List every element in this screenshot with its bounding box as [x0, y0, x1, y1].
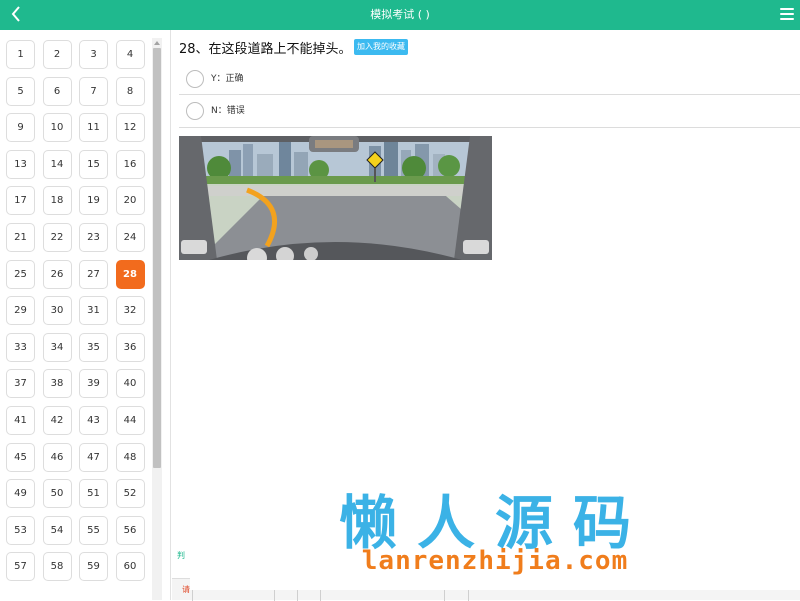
question-number-cell[interactable]: 49	[6, 479, 35, 509]
question-number-cell[interactable]: 47	[79, 442, 108, 472]
question-number-cell[interactable]: 46	[42, 442, 72, 472]
add-to-favorites-button[interactable]: 加入我的收藏	[354, 39, 408, 55]
question-number-cell[interactable]: 12	[115, 113, 145, 143]
side-tab-label: 判	[177, 551, 185, 560]
question-text: 28、在这段道路上不能掉头。	[179, 42, 352, 57]
question-number-cell[interactable]: 2	[42, 40, 72, 69]
question-number-cell[interactable]: 53	[6, 515, 35, 545]
question-number-cell[interactable]: 10	[42, 113, 72, 143]
question-number-cell[interactable]: 21	[6, 223, 35, 252]
question-number-cell[interactable]: 37	[6, 369, 35, 399]
question-number-cell[interactable]: 19	[79, 186, 108, 216]
option-yes[interactable]: Y：正确	[179, 62, 800, 95]
question-number-cell[interactable]: 28	[115, 259, 145, 289]
hamburger-menu-icon[interactable]	[780, 8, 794, 22]
question-number-cell[interactable]: 17	[6, 186, 35, 216]
question-number-cell[interactable]: 35	[79, 332, 108, 362]
option-label: N：错误	[211, 106, 245, 116]
question-number-cell[interactable]: 31	[79, 296, 108, 326]
top-bar: 模拟考试 ( )	[0, 0, 800, 30]
question-number-cell[interactable]: 13	[6, 149, 35, 179]
question-number-cell[interactable]: 23	[79, 223, 108, 252]
question-number-cell[interactable]: 41	[6, 406, 35, 435]
scroll-up-icon[interactable]	[152, 38, 162, 48]
question-number-cell[interactable]: 60	[115, 552, 145, 582]
question-number-cell[interactable]: 14	[42, 149, 72, 179]
question-number-cell[interactable]: 45	[6, 442, 35, 472]
radio-button[interactable]	[186, 70, 204, 88]
radio-button[interactable]	[186, 102, 204, 120]
question-number-cell[interactable]: 4	[115, 40, 145, 69]
question-number-cell[interactable]: 55	[79, 515, 108, 545]
question-number-cell[interactable]: 40	[115, 369, 145, 399]
question-number-cell[interactable]: 24	[115, 223, 145, 252]
question-number-cell[interactable]: 5	[6, 76, 35, 106]
question-number-cell[interactable]: 3	[79, 40, 108, 69]
question-number-cell[interactable]: 8	[115, 76, 145, 106]
question-number-cell[interactable]: 39	[79, 369, 108, 399]
question-number-cell[interactable]: 54	[42, 515, 72, 545]
question-number-cell[interactable]: 6	[42, 76, 72, 106]
question-number-cell[interactable]: 59	[79, 552, 108, 582]
question-number-cell[interactable]: 56	[115, 515, 145, 545]
bottom-tab-label: 请	[182, 585, 190, 594]
question-number-cell[interactable]: 42	[42, 406, 72, 435]
question-number-cell[interactable]: 52	[115, 479, 145, 509]
question-number-cell[interactable]: 1	[6, 40, 35, 69]
question-number-cell[interactable]: 9	[6, 113, 35, 143]
watermark-url: lanrenzhijia.com	[361, 546, 629, 576]
question-number-cell[interactable]: 57	[6, 552, 35, 582]
question-number-cell[interactable]: 51	[79, 479, 108, 509]
question-number-cell[interactable]: 26	[42, 259, 72, 289]
question-number-cell[interactable]: 20	[115, 186, 145, 216]
question-number-cell[interactable]: 58	[42, 552, 72, 582]
scrollbar[interactable]	[152, 38, 162, 600]
question-number-cell[interactable]: 30	[42, 296, 72, 326]
option-label: Y：正确	[211, 74, 244, 84]
question-number-cell[interactable]: 16	[115, 149, 145, 179]
scrollbar-thumb[interactable]	[153, 48, 161, 468]
question-number-cell[interactable]: 25	[6, 259, 35, 289]
option-no[interactable]: N：错误	[179, 95, 800, 128]
question-number-cell[interactable]: 7	[79, 76, 108, 106]
question-number-cell[interactable]: 50	[42, 479, 72, 509]
question-number-cell[interactable]: 43	[79, 406, 108, 435]
question-number-cell[interactable]: 15	[79, 149, 108, 179]
question-number-cell[interactable]: 22	[42, 223, 72, 252]
road-scene-image	[179, 136, 492, 260]
question-number-cell[interactable]: 11	[79, 113, 108, 143]
question-number-cell[interactable]: 32	[115, 296, 145, 326]
question-number-cell[interactable]: 38	[42, 369, 72, 399]
question-number-cell[interactable]: 27	[79, 259, 108, 289]
question-number-cell[interactable]: 36	[115, 332, 145, 362]
question-number-cell[interactable]: 44	[115, 406, 145, 435]
page-title: 模拟考试 ( )	[370, 8, 430, 21]
question-number-cell[interactable]: 29	[6, 296, 35, 326]
question-navigator: 1 2 3 4 5 6 7 8 9 10 11 12 13 14 15 16 17 18 19 20 21 22 23 24 2…	[0, 30, 171, 600]
watermark: 懒人源码 lanrenzhijia.com	[190, 468, 800, 590]
question-number-cell[interactable]: 18	[42, 186, 72, 216]
question-number-cell[interactable]: 34	[42, 332, 72, 362]
question-number-cell[interactable]: 33	[6, 332, 35, 362]
question-number-cell[interactable]: 48	[115, 442, 145, 472]
